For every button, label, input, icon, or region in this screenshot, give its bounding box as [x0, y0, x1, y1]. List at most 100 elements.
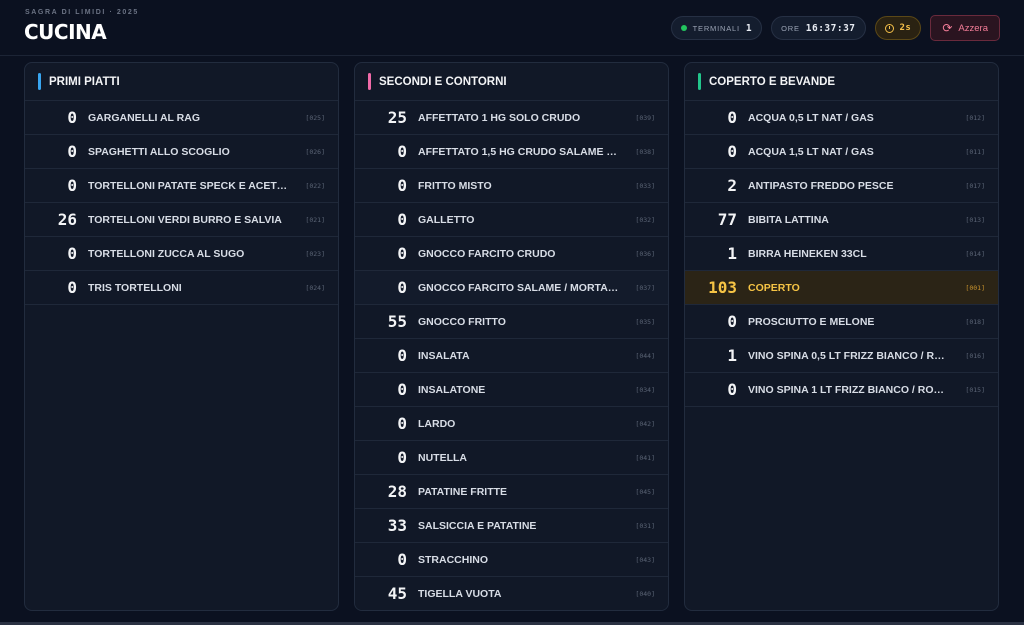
- item-quantity: 0: [67, 244, 77, 263]
- item-name: INSALATA: [418, 349, 470, 362]
- item-quantity: 0: [397, 142, 407, 161]
- item-quantity: 0: [727, 312, 737, 331]
- item-code: [034]: [635, 385, 655, 394]
- list-item[interactable]: 0 LARDO [042]: [355, 407, 668, 441]
- item-name: TORTELLONI ZUCCA AL SUGO: [88, 247, 245, 260]
- list-item[interactable]: 0 AFFETTATO 1,5 HG CRUDO SALAME MORTADELL…: [355, 135, 668, 169]
- clock-icon: [884, 23, 894, 33]
- list-item[interactable]: 0 INSALATA [044]: [355, 339, 668, 373]
- item-name: NUTELLA: [418, 451, 467, 464]
- item-code: [039]: [635, 113, 655, 122]
- item-name: TRIS TORTELLONI: [88, 281, 182, 294]
- item-quantity: 55: [387, 312, 407, 331]
- list-item[interactable]: 0 VINO SPINA 1 LT FRIZZ BIANCO / ROSSO [01…: [685, 373, 998, 407]
- item-name: GNOCCO FARCITO CRUDO: [418, 247, 556, 260]
- item-quantity: 26: [57, 210, 77, 229]
- panel-primi-piatti: PRIMI PIATTI 0 GARGANELLI AL RAG [025] 0 SPA…: [24, 62, 339, 611]
- item-name: VINO SPINA 1 LT FRIZZ BIANCO / ROSSO: [748, 383, 950, 396]
- item-code: [016]: [965, 351, 985, 360]
- item-name: BIRRA HEINEKEN 33CL: [748, 247, 867, 260]
- item-code: [038]: [635, 147, 655, 156]
- item-code: [043]: [635, 555, 655, 564]
- list-item[interactable]: 103 COPERTO [001]: [685, 271, 998, 305]
- item-name: AFFETTATO 1 HG SOLO CRUDO: [418, 111, 581, 124]
- list-item[interactable]: 25 AFFETTATO 1 HG SOLO CRUDO [039]: [355, 101, 668, 135]
- item-name: LARDO: [418, 417, 456, 430]
- list-item[interactable]: 0 STRACCHINO [043]: [355, 543, 668, 577]
- item-quantity: 0: [67, 278, 77, 297]
- item-name: FRITTO MISTO: [418, 179, 492, 192]
- refresh-interval-button[interactable]: 2s: [874, 16, 922, 40]
- item-code: [011]: [965, 147, 985, 156]
- item-name: SPAGHETTI ALLO SCOGLIO: [88, 145, 230, 158]
- app-header: SAGRA DI LIMIDI · 2025 CUCINA TERMINALI …: [0, 0, 1024, 56]
- list-item[interactable]: 45 TIGELLA VUOTA [040]: [355, 577, 668, 610]
- list-item[interactable]: 0 TORTELLONI ZUCCA AL SUGO [023]: [25, 237, 338, 271]
- current-time: 16:37:37: [805, 22, 856, 34]
- item-code: [031]: [635, 521, 655, 530]
- list-item[interactable]: 0 TRIS TORTELLONI [024]: [25, 271, 338, 305]
- item-code: [014]: [965, 249, 985, 258]
- reset-label: Azzera: [958, 22, 988, 34]
- refresh-interval-value: 2s: [899, 23, 912, 33]
- list-item[interactable]: 0 FRITTO MISTO [033]: [355, 169, 668, 203]
- panel-header: COPERTO E BEVANDE: [685, 63, 998, 101]
- list-item[interactable]: 55 GNOCCO FRITTO [035]: [355, 305, 668, 339]
- panel-coperto-bevande: COPERTO E BEVANDE 0 ACQUA 0,5 LT NAT / GA…: [684, 62, 999, 611]
- item-list: 0 GARGANELLI AL RAG [025] 0 SPAGHETTI ALLO S…: [25, 101, 338, 305]
- list-item[interactable]: 0 TORTELLONI PATATE SPECK E ACETO BALSAMI…: [25, 169, 338, 203]
- event-subtitle: SAGRA DI LIMIDI · 2025: [25, 9, 139, 16]
- item-name: AFFETTATO 1,5 HG CRUDO SALAME MORTADELLA: [418, 145, 620, 158]
- item-code: [013]: [965, 215, 985, 224]
- item-code: [040]: [635, 589, 655, 598]
- item-quantity: 0: [727, 380, 737, 399]
- item-quantity: 2: [727, 176, 737, 195]
- list-item[interactable]: 0 INSALATONE [034]: [355, 373, 668, 407]
- panel-title: SECONDI E CONTORNI: [379, 75, 507, 88]
- item-name: ACQUA 0,5 LT NAT / GAS: [748, 111, 874, 124]
- list-item[interactable]: 0 GALLETTO [032]: [355, 203, 668, 237]
- item-quantity: 0: [67, 142, 77, 161]
- item-code: [025]: [305, 113, 325, 122]
- refresh-icon: ⟳: [942, 21, 953, 35]
- item-name: BIBITA LATTINA: [748, 213, 829, 226]
- list-item[interactable]: 0 PROSCIUTTO E MELONE [018]: [685, 305, 998, 339]
- list-item[interactable]: 0 GNOCCO FARCITO CRUDO [036]: [355, 237, 668, 271]
- list-item[interactable]: 1 BIRRA HEINEKEN 33CL [014]: [685, 237, 998, 271]
- list-item[interactable]: 26 TORTELLONI VERDI BURRO E SALVIA [021]: [25, 203, 338, 237]
- item-code: [042]: [635, 419, 655, 428]
- panel-secondi-contorni: SECONDI E CONTORNI 25 AFFETTATO 1 HG SOLO…: [354, 62, 669, 611]
- list-item[interactable]: 0 ACQUA 0,5 LT NAT / GAS [012]: [685, 101, 998, 135]
- item-quantity: 1: [727, 244, 737, 263]
- reset-button[interactable]: ⟳ Azzera: [930, 15, 1000, 41]
- item-quantity: 25: [387, 108, 407, 127]
- list-item[interactable]: 77 BIBITA LATTINA [013]: [685, 203, 998, 237]
- item-name: PATATINE FRITTE: [418, 485, 508, 498]
- item-name: GARGANELLI AL RAG: [88, 111, 200, 124]
- item-name: TORTELLONI PATATE SPECK E ACETO BALSAMIC…: [88, 179, 290, 192]
- list-item[interactable]: 0 GNOCCO FARCITO SALAME / MORTADELLA [037]: [355, 271, 668, 305]
- list-item[interactable]: 2 ANTIPASTO FREDDO PESCE [017]: [685, 169, 998, 203]
- item-name: TIGELLA VUOTA: [418, 587, 502, 600]
- item-quantity: 0: [397, 414, 407, 433]
- list-item[interactable]: 0 GARGANELLI AL RAG [025]: [25, 101, 338, 135]
- item-name: ACQUA 1,5 LT NAT / GAS: [748, 145, 874, 158]
- item-code: [032]: [635, 215, 655, 224]
- item-name: GNOCCO FARCITO SALAME / MORTADELLA: [418, 281, 620, 294]
- list-item[interactable]: 1 VINO SPINA 0,5 LT FRIZZ BIANCO / ROSSO […: [685, 339, 998, 373]
- item-quantity: 0: [397, 550, 407, 569]
- list-item[interactable]: 33 SALSICCIA E PATATINE [031]: [355, 509, 668, 543]
- item-code: [026]: [305, 147, 325, 156]
- list-item[interactable]: 0 NUTELLA [041]: [355, 441, 668, 475]
- item-quantity: 0: [397, 278, 407, 297]
- item-code: [012]: [965, 113, 985, 122]
- item-quantity: 45: [387, 584, 407, 603]
- item-code: [041]: [635, 453, 655, 462]
- category-color-bar: [698, 73, 701, 90]
- list-item[interactable]: 0 SPAGHETTI ALLO SCOGLIO [026]: [25, 135, 338, 169]
- item-quantity: 33: [387, 516, 407, 535]
- online-status-dot-icon: [680, 25, 687, 31]
- terminals-label: TERMINALI: [692, 23, 740, 33]
- list-item[interactable]: 0 ACQUA 1,5 LT NAT / GAS [011]: [685, 135, 998, 169]
- list-item[interactable]: 28 PATATINE FRITTE [045]: [355, 475, 668, 509]
